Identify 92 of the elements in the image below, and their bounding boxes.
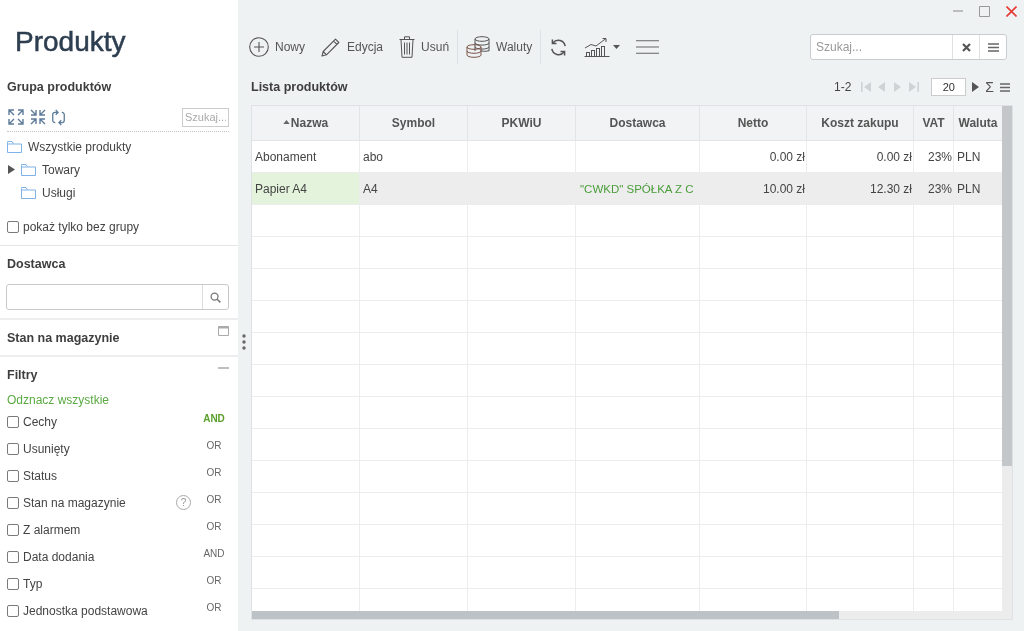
delete-button[interactable]: Usuń (391, 30, 458, 64)
page-size-field[interactable]: 20 (931, 78, 967, 96)
table-cell: 0.00 zł (807, 141, 914, 172)
filter-label[interactable]: Status (23, 468, 58, 483)
column-header[interactable]: Symbol (360, 106, 468, 140)
maximize-icon[interactable] (979, 5, 990, 17)
refresh-icon[interactable] (549, 37, 569, 57)
table-row[interactable]: Abonament abo 0.00 zł 0.00 zł 23% PLN (252, 141, 1002, 173)
table-cell: 12.30 zł (807, 173, 914, 204)
menu-icon[interactable] (636, 40, 660, 54)
expand-all-icon[interactable] (8, 109, 24, 125)
currencies-button[interactable]: Waluty (458, 30, 541, 64)
checkbox[interactable] (7, 221, 19, 233)
tree-item[interactable]: Towary (42, 162, 80, 177)
checkbox-label[interactable]: pokaż tylko bez grupy (23, 220, 140, 234)
menu-icon[interactable] (987, 42, 999, 52)
folder-icon (21, 186, 36, 199)
folder-icon (21, 163, 36, 176)
refresh-icon[interactable] (52, 108, 65, 126)
table-row[interactable]: Papier A4 A4 "CWKD" SPÓŁKA Z C 10.00 zł 12.30 zł 23% PLN (252, 173, 1002, 205)
table-cell: 0.00 zł (700, 141, 807, 172)
checkbox[interactable] (7, 523, 19, 536)
list-title: Lista produktów (251, 80, 348, 94)
filter-label[interactable]: Usunięty (23, 441, 70, 456)
column-header[interactable]: Dostawca (576, 106, 700, 140)
column-header[interactable]: VAT (914, 106, 954, 140)
section-heading[interactable]: Stan na magazynie (7, 330, 120, 345)
bar-chart-icon (584, 37, 611, 57)
page-title: Produkty (15, 26, 126, 58)
caret-icon (613, 45, 621, 49)
operator-toggle[interactable]: OR (201, 575, 227, 586)
table-cell: abo (360, 141, 468, 172)
operator-toggle[interactable]: OR (201, 440, 227, 451)
filter-label[interactable]: Z alarmem (23, 522, 81, 537)
checkbox[interactable] (7, 604, 19, 617)
new-button[interactable]: Nowy (249, 30, 313, 64)
table-cell: Abonament (252, 141, 360, 172)
operator-toggle[interactable]: AND (201, 548, 227, 559)
horizontal-scrollbar[interactable] (252, 611, 1012, 619)
clear-icon[interactable] (961, 42, 971, 52)
operator-toggle[interactable]: OR (201, 602, 227, 613)
search-field[interactable]: Szukaj... (182, 107, 229, 127)
operator-toggle[interactable]: OR (201, 521, 227, 532)
edit-button[interactable]: Edycja (313, 30, 392, 64)
window-icon[interactable] (218, 326, 229, 336)
vertical-scrollbar[interactable] (1002, 106, 1012, 611)
checkbox[interactable] (7, 469, 19, 482)
tree-item[interactable]: Wszystkie produkty (28, 139, 132, 154)
search-field[interactable]: Szukaj... (811, 35, 952, 59)
column-header[interactable]: Koszt zakupu (807, 106, 914, 140)
filter-label[interactable]: Typ (23, 576, 43, 591)
folder-icon (7, 140, 22, 153)
table-cell: Papier A4 (252, 173, 360, 204)
filter-label[interactable]: Jednostka podstawowa (23, 603, 148, 618)
checkbox[interactable] (7, 550, 19, 563)
close-icon[interactable] (1006, 5, 1017, 17)
table-cell: 23% (914, 173, 954, 204)
menu-icon[interactable] (1000, 82, 1010, 92)
table-cell: 10.00 zł (700, 173, 807, 204)
sort-icon (282, 119, 290, 124)
filter-label[interactable]: Cechy (23, 414, 57, 429)
column-header[interactable]: Nazwa (252, 106, 360, 140)
pencil-icon (321, 37, 341, 57)
collapse-all-icon[interactable] (30, 109, 46, 125)
table-cell: "CWKD" SPÓŁKA Z C (576, 173, 700, 204)
filter-label[interactable]: Stan na magazynie (23, 495, 126, 510)
sum-symbol[interactable]: Σ (985, 80, 994, 94)
trash-icon (399, 36, 416, 58)
scrollbar-thumb[interactable] (252, 611, 839, 619)
tree-item[interactable]: Usługi (42, 185, 76, 200)
table-cell: 23% (914, 141, 954, 172)
play-icon[interactable] (972, 82, 980, 92)
checkbox[interactable] (7, 415, 19, 428)
checkbox[interactable] (7, 442, 19, 455)
section-heading[interactable]: Filtry (7, 367, 38, 383)
checkbox[interactable] (7, 577, 19, 590)
section-heading: Grupa produktów (7, 79, 112, 95)
search-bar[interactable]: Szukaj... (810, 34, 1007, 60)
checkbox[interactable] (7, 496, 19, 509)
column-header[interactable]: Netto (700, 106, 807, 140)
page-range: 1-2 (834, 80, 852, 94)
plus-circle-icon (249, 37, 269, 57)
expand-arrow-icon[interactable] (8, 165, 15, 174)
search-icon[interactable] (210, 291, 221, 303)
operator-toggle[interactable]: OR (201, 494, 227, 505)
table-cell: A4 (360, 173, 468, 204)
section-heading: Dostawca (7, 256, 66, 272)
drag-handle-icon[interactable] (242, 334, 246, 350)
operator-toggle[interactable]: OR (201, 467, 227, 478)
coins-icon (466, 36, 491, 58)
filter-label[interactable]: Data dodania (23, 549, 95, 564)
scrollbar-thumb[interactable] (1002, 106, 1012, 466)
